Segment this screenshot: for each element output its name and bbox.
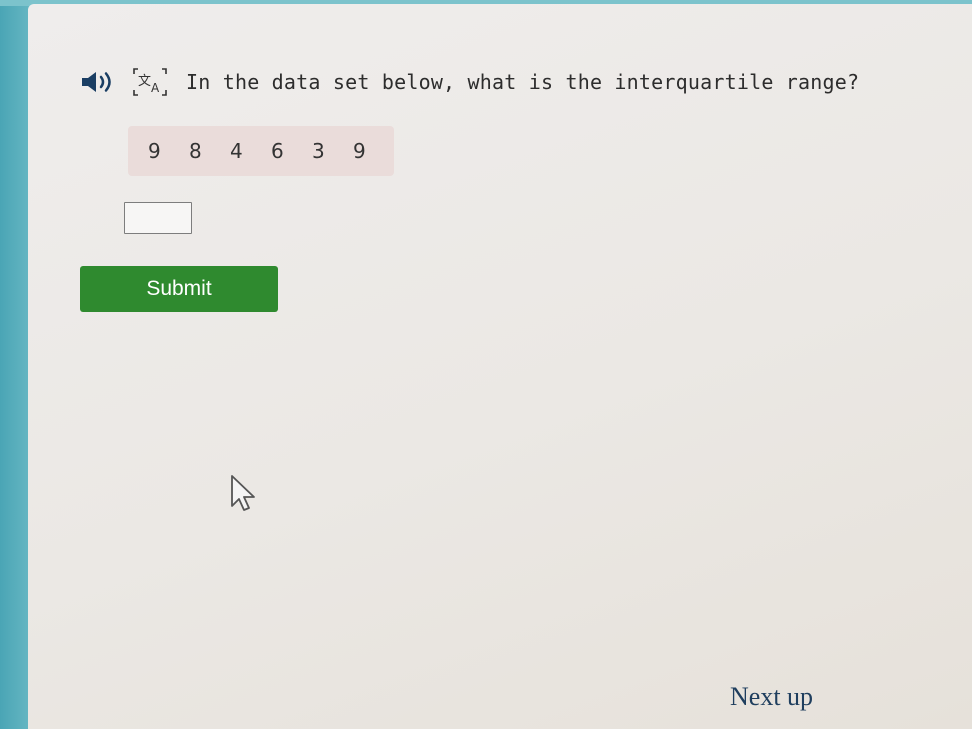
data-value: 6: [271, 139, 284, 163]
question-row: 文 A In the data set below, what is the i…: [80, 62, 859, 102]
content-panel: [28, 4, 972, 729]
translate-icon[interactable]: 文 A: [130, 65, 170, 99]
svg-text:A: A: [151, 81, 160, 95]
answer-input[interactable]: [124, 202, 192, 234]
next-up-link[interactable]: Next up: [730, 682, 813, 712]
svg-text:文: 文: [138, 74, 151, 89]
speaker-icon[interactable]: [80, 67, 120, 97]
question-text: In the data set below, what is the inter…: [186, 70, 860, 94]
data-set-box: 9 8 4 6 3 9: [128, 126, 394, 176]
data-value: 8: [189, 139, 202, 163]
data-value: 3: [312, 139, 325, 163]
submit-button[interactable]: Submit: [80, 266, 278, 312]
mouse-cursor-icon: [231, 475, 255, 511]
data-value: 9: [148, 139, 161, 163]
data-value: 4: [230, 139, 243, 163]
data-value: 9: [353, 139, 366, 163]
